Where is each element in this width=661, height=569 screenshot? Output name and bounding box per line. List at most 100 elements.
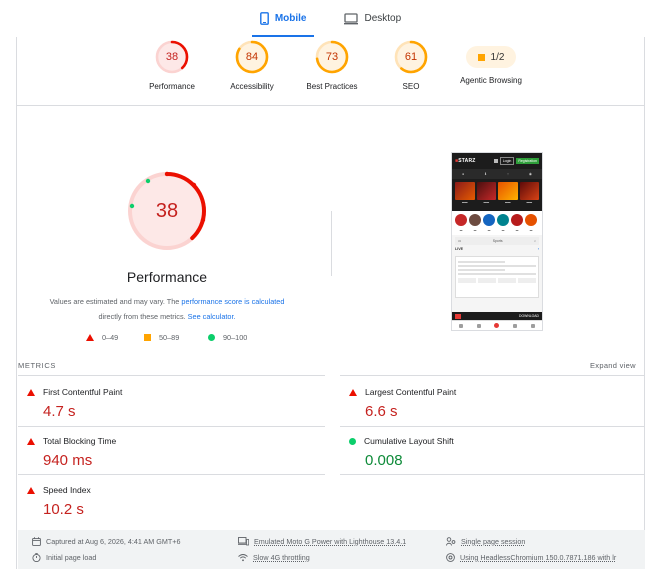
mobile-icon bbox=[259, 12, 269, 25]
metric-value: 6.6 s bbox=[365, 403, 398, 420]
fail-triangle-icon bbox=[27, 437, 35, 445]
phone-text-line bbox=[458, 265, 536, 267]
gauge-best-practices-label: Best Practices bbox=[306, 82, 358, 91]
phone-live-label: LIVE bbox=[455, 247, 463, 251]
gauge-accessibility-score: 84 bbox=[245, 51, 259, 63]
phone-nav: ● ⬇ ↑ ◉ bbox=[452, 169, 542, 179]
wifi-icon bbox=[238, 554, 248, 562]
phone-live-more: › bbox=[537, 247, 539, 251]
gauge-best-practices-score: 73 bbox=[325, 51, 339, 63]
metric-divider bbox=[18, 375, 325, 376]
metric-divider bbox=[340, 426, 645, 427]
network-throttling-text: Slow 4G throttling bbox=[253, 553, 310, 562]
phone-nav-item: ⬇ bbox=[484, 172, 488, 176]
phone-category-label: ▬ bbox=[459, 229, 463, 232]
legend-pass: 90–100 bbox=[208, 333, 247, 342]
phone-category-label: ▬ bbox=[487, 229, 491, 232]
phone-match-card bbox=[455, 256, 539, 298]
metric-divider bbox=[18, 474, 325, 475]
performance-note: Values are estimated and may vary. The p… bbox=[26, 294, 308, 324]
see-calculator-link[interactable]: See calculator. bbox=[188, 312, 236, 321]
phone-game-tile bbox=[519, 182, 539, 200]
metric-name: Total Blocking Time bbox=[43, 436, 117, 446]
agentic-browsing-score: 1/2 bbox=[490, 51, 505, 63]
gauge-performance-label: Performance bbox=[149, 82, 195, 91]
phone-game-tiles bbox=[452, 179, 542, 201]
metric-value: 4.7 s bbox=[43, 403, 76, 420]
phone-caption: ▬▬ bbox=[504, 200, 511, 204]
browser-version[interactable]: Using HeadlessChromium 150.0.7871.186 wi… bbox=[446, 553, 616, 562]
phone-game-tile bbox=[455, 182, 475, 200]
metric-largest-contentful-paint: Largest Contentful Paint 6.6 s bbox=[349, 386, 647, 420]
emulated-device[interactable]: Emulated Moto G Power with Lighthouse 13… bbox=[238, 537, 406, 546]
report-frame-left bbox=[16, 37, 17, 569]
note-middle: directly from these metrics. bbox=[98, 312, 188, 321]
expand-view-toggle[interactable]: Expand view bbox=[590, 361, 636, 370]
metric-name: Largest Contentful Paint bbox=[365, 387, 457, 397]
metrics-title: METRICS bbox=[18, 361, 56, 370]
fail-triangle-icon bbox=[27, 388, 35, 396]
phone-category-circle bbox=[483, 214, 495, 226]
phone-category-label: ▬ bbox=[473, 229, 477, 232]
legend-pass-range: 90–100 bbox=[223, 333, 248, 342]
phone-category-labels: ▬ ▬ ▬ ▬ ▬ ▬ bbox=[452, 229, 542, 235]
page-session-text: Single page session bbox=[461, 537, 526, 546]
tab-desktop-label: Desktop bbox=[364, 13, 402, 24]
gauge-seo-score: 61 bbox=[404, 51, 418, 63]
performance-title: Performance bbox=[126, 269, 208, 285]
phone-category-label: ▬ bbox=[515, 229, 519, 232]
legend-average: 50–89 bbox=[144, 333, 179, 342]
phone-logo: ■STARZ bbox=[455, 158, 476, 164]
metric-value: 940 ms bbox=[43, 452, 93, 469]
fail-triangle-icon bbox=[349, 388, 357, 396]
metric-speed-index: Speed Index 10.2 s bbox=[27, 484, 325, 518]
phone-category-circle bbox=[469, 214, 481, 226]
score-legend: 0–49 50–89 90–100 bbox=[86, 333, 286, 347]
phone-app-logo bbox=[455, 313, 461, 319]
phone-download-label: DOWNLOAD bbox=[519, 314, 539, 318]
gauge-accessibility-label: Accessibility bbox=[230, 82, 274, 91]
timer-icon bbox=[32, 553, 41, 562]
phone-caption: ▬▬ bbox=[461, 200, 468, 204]
metric-name: Cumulative Layout Shift bbox=[364, 436, 454, 446]
phone-category-label: ▬ bbox=[529, 229, 533, 232]
phone-game-captions: ▬▬ ▬▬ ▬▬ ▬▬ bbox=[452, 200, 542, 211]
phone-category-label: ▬ bbox=[501, 229, 505, 232]
phone-caption: ▬▬ bbox=[526, 200, 533, 204]
tab-mobile[interactable]: Mobile bbox=[251, 0, 315, 37]
phone-caption: ▬▬ bbox=[483, 200, 490, 204]
metric-value: 0.008 bbox=[365, 452, 403, 469]
note-prefix: Values are estimated and may vary. The bbox=[49, 297, 182, 306]
gauge-seo-circle: 61 bbox=[394, 40, 428, 74]
device-tabs: Mobile Desktop bbox=[0, 0, 661, 37]
network-throttling[interactable]: Slow 4G throttling bbox=[238, 553, 310, 562]
devices-icon bbox=[238, 537, 249, 546]
phone-header-buttons: Login Registration bbox=[493, 157, 539, 165]
tab-desktop[interactable]: Desktop bbox=[336, 0, 409, 37]
phone-category-circle bbox=[455, 214, 467, 226]
desktop-icon bbox=[344, 12, 359, 25]
phone-nav-item: ◉ bbox=[528, 172, 532, 176]
phone-header: ■STARZ Login Registration bbox=[452, 153, 542, 169]
gauge-accessibility-circle: 84 bbox=[235, 40, 269, 74]
phone-tab-icon bbox=[458, 323, 463, 328]
captured-at-text: Captured at Aug 6, 2026, 4:41 AM GMT+6 bbox=[46, 537, 181, 546]
performance-score-link[interactable]: performance score is calculated bbox=[181, 297, 284, 306]
phone-text-line bbox=[458, 273, 536, 275]
gauge-performance-circle: 38 bbox=[155, 40, 189, 74]
page-session[interactable]: Single page session bbox=[446, 537, 525, 546]
phone-register: Registration bbox=[516, 158, 539, 164]
chrome-icon bbox=[446, 553, 455, 562]
phone-nav-item: ↑ bbox=[507, 172, 509, 176]
metric-name: Speed Index bbox=[43, 485, 91, 495]
metric-divider bbox=[18, 426, 325, 427]
gauge-agentic-browsing[interactable]: 1/2 Agentic Browsing bbox=[441, 40, 541, 85]
section-divider bbox=[331, 211, 332, 276]
phone-category-circle bbox=[497, 214, 509, 226]
runtime-settings: Captured at Aug 6, 2026, 4:41 AM GMT+6 E… bbox=[18, 530, 645, 569]
phone-category-circles bbox=[452, 211, 542, 229]
phone-search-label: Sports bbox=[492, 239, 503, 243]
phone-text-line bbox=[458, 269, 505, 271]
phone-category-circle bbox=[525, 214, 537, 226]
final-screenshot[interactable]: ■STARZ Login Registration ● ⬇ ↑ ◉ ▬▬ ▬▬ ▬▬… bbox=[451, 152, 543, 331]
